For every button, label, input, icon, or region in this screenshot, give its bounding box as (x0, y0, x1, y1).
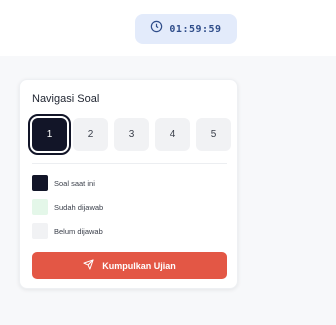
clock-icon (150, 20, 163, 38)
question-button-2[interactable]: 2 (73, 118, 108, 151)
answered-swatch (32, 199, 48, 215)
question-button-3[interactable]: 3 (114, 118, 149, 151)
card-title: Navigasi Soal (32, 93, 100, 105)
unanswered-swatch (32, 223, 48, 239)
timer-value: 01:59:59 (169, 23, 222, 35)
submit-exam-label: Kumpulkan Ujian (102, 260, 176, 271)
question-button-5[interactable]: 5 (196, 118, 231, 151)
question-number-list: 1 2 3 4 5 (28, 114, 231, 155)
legend-item-current: Soal saat ini (32, 175, 103, 191)
legend-label-current: Soal saat ini (54, 178, 95, 188)
legend-item-unanswered: Belum dijawab (32, 223, 103, 239)
submit-exam-button[interactable]: Kumpulkan Ujian (32, 252, 227, 279)
current-swatch (32, 175, 48, 191)
divider (32, 163, 227, 164)
question-button-4[interactable]: 4 (155, 118, 190, 151)
legend-item-answered: Sudah dijawab (32, 199, 103, 215)
legend-label-unanswered: Belum dijawab (54, 226, 103, 236)
legend: Soal saat ini Sudah dijawab Belum dijawa… (32, 175, 103, 247)
exam-timer: 01:59:59 (135, 14, 237, 44)
legend-label-answered: Sudah dijawab (54, 202, 104, 212)
top-bar: 01:59:59 (0, 0, 336, 56)
question-button-1[interactable]: 1 (28, 114, 71, 155)
question-navigation-card: Navigasi Soal 1 2 3 4 5 Soal saat ini Su… (19, 79, 238, 289)
send-icon (83, 259, 94, 272)
